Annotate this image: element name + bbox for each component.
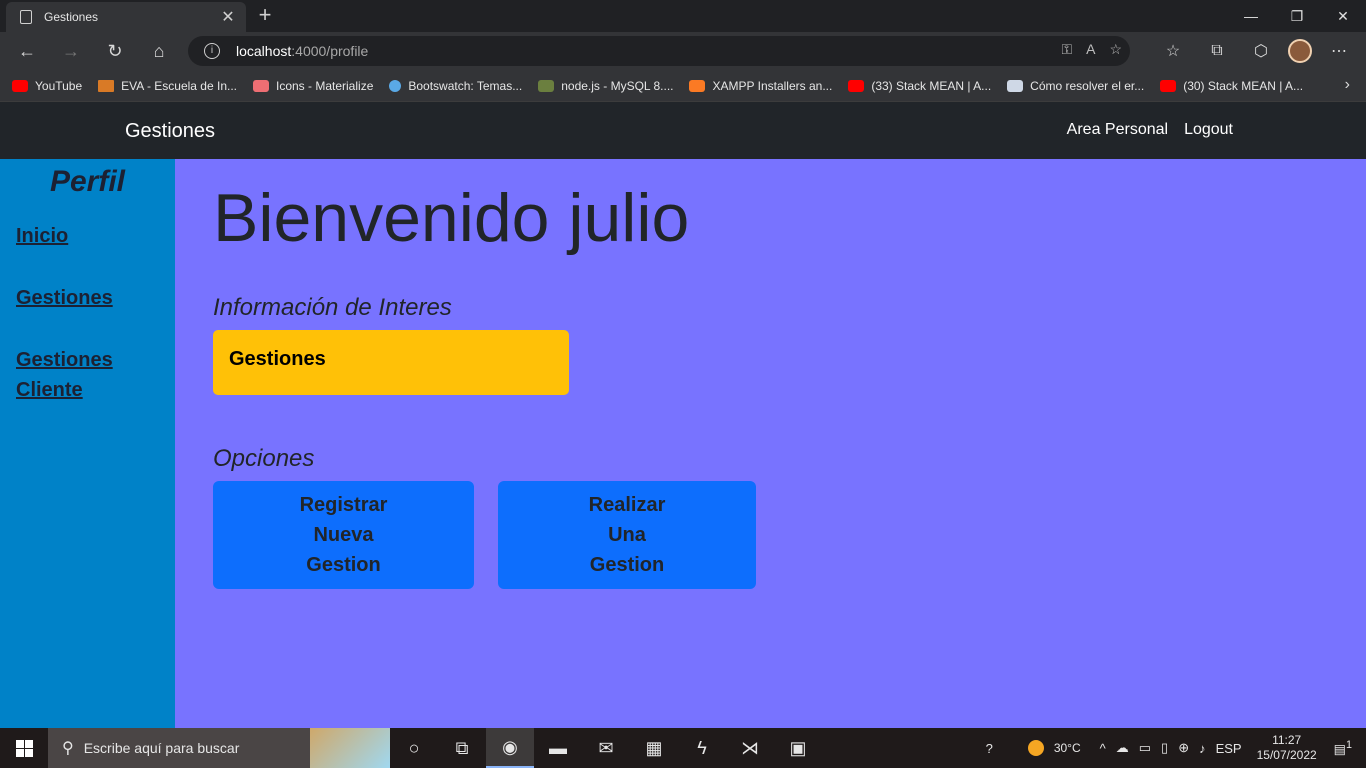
navbar-links: Area Personal Logout: [1067, 121, 1233, 139]
browser-tab[interactable]: Gestiones ✕: [6, 2, 246, 32]
nav-link-logout[interactable]: Logout: [1184, 121, 1233, 139]
sidebar-link-gestiones-cliente[interactable]: Cliente: [16, 375, 83, 405]
mail-icon[interactable]: ✉: [582, 728, 630, 768]
profile-avatar[interactable]: [1288, 39, 1312, 63]
options-section-label: Opciones: [213, 445, 315, 472]
help-icon[interactable]: ?: [986, 741, 993, 756]
notification-count: 1: [1345, 738, 1352, 751]
cortana-icon[interactable]: ○: [390, 728, 438, 768]
eva-icon: [98, 79, 115, 92]
network-icon[interactable]: ▭: [1139, 740, 1151, 756]
bootswatch-icon: [389, 79, 402, 92]
browser-tab-bar: Gestiones ✕ + — ❐ ✕: [0, 0, 1366, 32]
close-window-icon[interactable]: ✕: [1320, 0, 1366, 32]
bookmark-item[interactable]: (30) Stack MEAN | A...: [1160, 79, 1303, 93]
windows-start-icon[interactable]: [0, 728, 48, 768]
sidebar-link-gestiones[interactable]: Gestiones: [16, 283, 113, 313]
vscode-icon[interactable]: ⋊: [726, 728, 774, 768]
site-navbar: Gestiones Area Personal Logout: [0, 102, 1366, 159]
chevron-right-icon[interactable]: ›: [1345, 76, 1350, 94]
xampp-icon: [689, 79, 706, 92]
youtube-icon: [1160, 79, 1177, 92]
address-bar[interactable]: i localhost:4000/profile ⚿ A ☆: [188, 36, 1130, 66]
task-view-icon[interactable]: ⧉: [438, 728, 486, 768]
clock[interactable]: 11:27 15/07/2022: [1257, 733, 1317, 763]
site-info-icon[interactable]: i: [204, 43, 220, 59]
taskbar-search[interactable]: ⚲ Escribe aquí para buscar: [48, 728, 390, 768]
info-card: Gestiones: [213, 330, 569, 395]
info-card-title: Gestiones: [229, 348, 326, 370]
bookmark-item[interactable]: node.js - MySQL 8....: [538, 79, 673, 93]
navbar-brand[interactable]: Gestiones: [125, 120, 215, 143]
favorites-icon[interactable]: ☆: [1156, 36, 1190, 66]
search-icon: ⚲: [62, 740, 74, 757]
system-tray: ? 30°C ^ ☁ ▭ ▯ ⊕ ♪ ESP 11:27 15/07/2022 …: [981, 728, 1366, 768]
bookmark-item[interactable]: (33) Stack MEAN | A...: [848, 79, 991, 93]
page-content: Gestiones Area Personal Logout Perfil In…: [0, 102, 1366, 728]
globe-icon[interactable]: ⊕: [1178, 740, 1189, 756]
youtube-icon: [12, 79, 28, 92]
sidebar-link-inicio[interactable]: Inicio: [16, 221, 68, 251]
extensions-icon[interactable]: ⬡: [1244, 36, 1278, 66]
store-icon[interactable]: ▦: [630, 728, 678, 768]
site-icon: [1007, 79, 1024, 92]
restore-icon[interactable]: ❐: [1274, 0, 1320, 32]
read-aloud-icon[interactable]: A: [1086, 41, 1095, 58]
app-icon[interactable]: ϟ: [678, 728, 726, 768]
notifications-icon[interactable]: ▤1: [1334, 739, 1352, 757]
register-gestion-button[interactable]: Registrar Nueva Gestion: [213, 481, 474, 589]
bookmark-item[interactable]: YouTube: [12, 79, 82, 93]
page-icon: [20, 10, 32, 24]
edge-browser-icon[interactable]: ◉: [486, 728, 534, 768]
back-icon[interactable]: ←: [10, 36, 44, 66]
sidebar-title: Perfil: [49, 165, 126, 198]
battery-icon[interactable]: ▯: [1161, 740, 1168, 756]
bookmark-item[interactable]: Bootswatch: Temas...: [389, 79, 522, 93]
sidebar-link-gestiones-cliente[interactable]: Gestiones: [16, 345, 113, 375]
search-highlight-image: [310, 728, 390, 768]
browser-toolbar: ← → ↻ ⌂ i localhost:4000/profile ⚿ A ☆ ☆…: [0, 32, 1366, 70]
info-section-label: Información de Interes: [213, 294, 452, 321]
url-host: localhost: [236, 43, 292, 59]
language-indicator[interactable]: ESP: [1216, 741, 1242, 756]
cloud-icon[interactable]: ☁: [1116, 740, 1129, 756]
new-tab-icon[interactable]: +: [254, 4, 276, 26]
url-path: :4000/profile: [291, 43, 369, 59]
bookmark-item[interactable]: XAMPP Installers an...: [689, 79, 832, 93]
weather-icon[interactable]: [1027, 740, 1044, 756]
chevron-up-icon[interactable]: ^: [1100, 741, 1106, 756]
clock-time: 11:27: [1272, 733, 1302, 747]
key-icon[interactable]: ⚿: [1061, 41, 1072, 58]
temperature[interactable]: 30°C: [1054, 741, 1081, 755]
bookmark-item[interactable]: Cómo resolver el er...: [1007, 79, 1144, 93]
page-title: Bienvenido julio: [213, 180, 690, 256]
more-menu-icon[interactable]: ⋯: [1322, 36, 1356, 66]
stackoverflow-icon: [538, 79, 555, 92]
nav-link-area-personal[interactable]: Area Personal: [1067, 121, 1168, 139]
file-explorer-icon[interactable]: ▬: [534, 728, 582, 768]
taskbar: ⚲ Escribe aquí para buscar ○ ⧉ ◉ ▬ ✉ ▦ ϟ…: [0, 728, 1366, 768]
home-icon[interactable]: ⌂: [142, 36, 176, 66]
collections-icon[interactable]: ⧉: [1200, 36, 1234, 66]
search-placeholder: Escribe aquí para buscar: [83, 740, 240, 756]
window-controls: — ❐ ✕: [1228, 0, 1366, 32]
minimize-icon[interactable]: —: [1228, 0, 1274, 32]
refresh-icon[interactable]: ↻: [98, 36, 132, 66]
volume-icon[interactable]: ♪: [1199, 741, 1206, 756]
youtube-icon: [848, 79, 865, 92]
forward-icon[interactable]: →: [54, 36, 88, 66]
sidebar: Perfil Inicio Gestiones Gestiones Client…: [0, 159, 175, 728]
clock-date: 15/07/2022: [1256, 748, 1317, 762]
mysql-workbench-icon[interactable]: ▣: [774, 728, 822, 768]
perform-gestion-button[interactable]: Realizar Una Gestion: [498, 481, 756, 589]
close-tab-icon[interactable]: ✕: [220, 7, 236, 27]
bookmark-item[interactable]: Icons - Materialize: [253, 79, 373, 93]
add-favorite-icon[interactable]: ☆: [1109, 41, 1122, 58]
bookmark-item[interactable]: EVA - Escuela de In...: [98, 79, 237, 93]
materialize-icon: [253, 79, 269, 92]
bookmarks-bar: YouTube EVA - Escuela de In... Icons - M…: [0, 70, 1366, 102]
tab-title: Gestiones: [44, 10, 99, 24]
